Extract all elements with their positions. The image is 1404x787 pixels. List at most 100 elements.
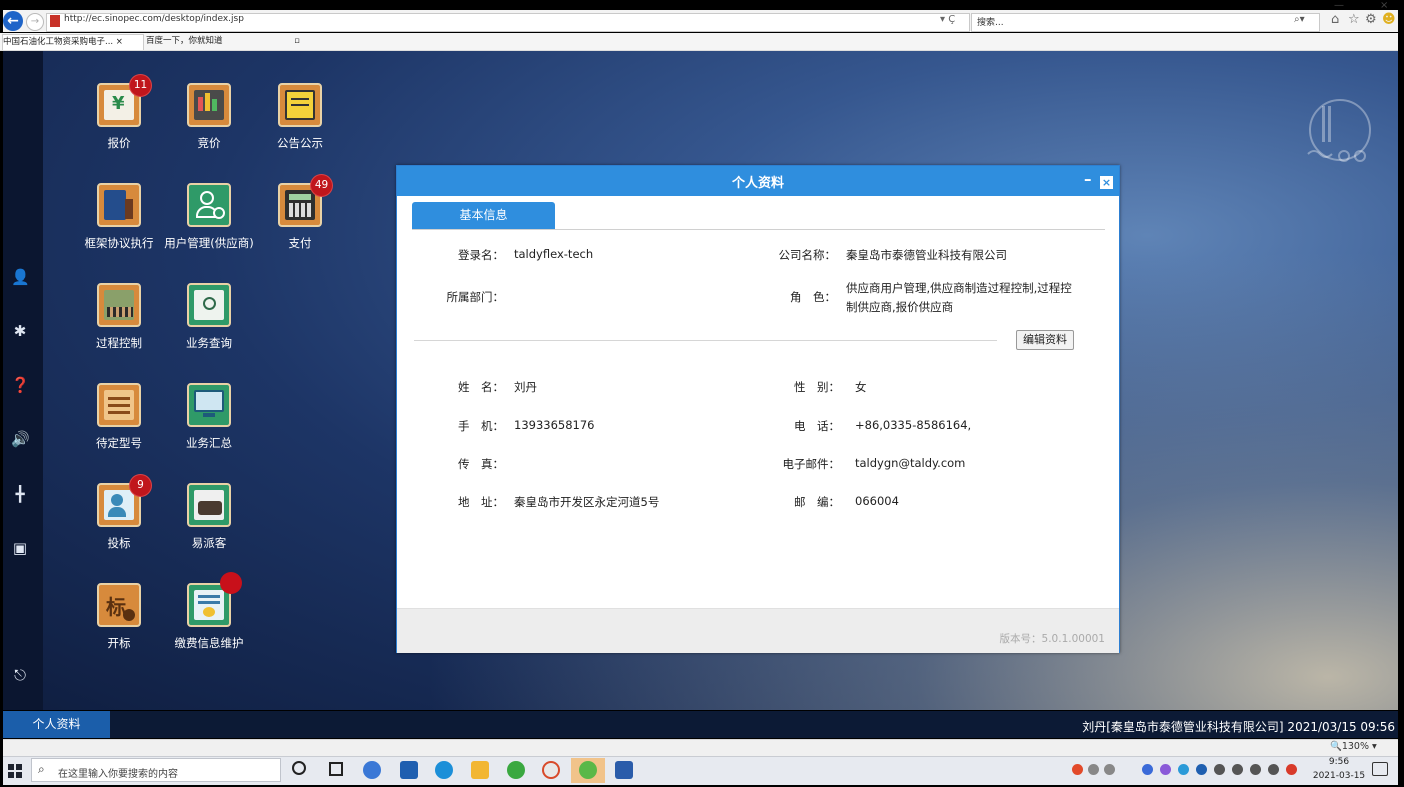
help-icon[interactable]: ❓ <box>11 376 30 394</box>
app-label: 过程控制 <box>96 336 142 350</box>
input-method-icon[interactable] <box>1268 764 1279 775</box>
tray-app-icon[interactable] <box>1104 764 1115 775</box>
postcode-value: 066004 <box>855 494 899 508</box>
app-pending-models[interactable]: 待定型号 <box>74 383 164 450</box>
tray-app-icon[interactable] <box>1088 764 1099 775</box>
calculator-icon: 49 <box>278 174 333 227</box>
quote-icon: ¥ 11 <box>97 74 152 127</box>
app-label: 业务汇总 <box>186 436 232 450</box>
app-label: 用户管理(供应商) <box>164 236 254 250</box>
file-explorer-icon[interactable] <box>471 761 489 779</box>
ie-browser-icon[interactable] <box>363 761 381 779</box>
network-icon[interactable] <box>1232 764 1243 775</box>
browser-search-placeholder[interactable]: 搜索... <box>977 15 1004 28</box>
favorites-star-icon[interactable]: ☆ <box>1348 12 1360 27</box>
app-business-query[interactable]: 业务查询 <box>164 283 254 350</box>
browser-forward-button[interactable]: → <box>26 13 44 31</box>
volume-icon[interactable]: 🔊 <box>11 430 30 448</box>
taskbar-tab-profile[interactable]: 个人资料 <box>3 711 110 738</box>
address-refresh-icon[interactable]: ▾ Ç <box>940 14 955 25</box>
tender-user-icon: 9 <box>97 474 152 527</box>
new-tab-button[interactable]: ▫ <box>290 34 304 49</box>
app-bid-opening[interactable]: 标 开标 <box>74 583 164 650</box>
notification-center-icon[interactable] <box>1372 762 1388 776</box>
app-user-management[interactable]: 用户管理(供应商) <box>164 183 254 250</box>
tray-app-icon[interactable] <box>1214 764 1225 775</box>
network-icon[interactable]: ╋ <box>11 485 29 503</box>
app-label: 待定型号 <box>96 436 142 450</box>
yen-glyph: ¥ <box>112 93 125 114</box>
contract-stamp-icon <box>97 183 141 227</box>
clock-date[interactable]: 2021-03-15 <box>1304 771 1374 781</box>
user-icon[interactable]: 👤 <box>11 268 30 286</box>
browser-tab-sinopec[interactable]: 中国石油化工物资采购电子... × <box>2 34 144 50</box>
zoom-level[interactable]: 🔍130% ▾ <box>1330 741 1377 752</box>
settings-gear-icon[interactable]: ⚙ <box>1365 12 1377 27</box>
bluetooth-icon[interactable] <box>1196 764 1207 775</box>
phone-value: +86,0335-8586164, <box>855 418 972 432</box>
address-value: 秦皇岛市开发区永定河道5号 <box>514 495 660 509</box>
address-url[interactable]: http://ec.sinopec.com/desktop/index.jsp <box>64 14 244 24</box>
wechat-icon[interactable] <box>579 761 597 779</box>
app-tender[interactable]: 9 投标 <box>74 474 164 550</box>
app-epec[interactable]: 易派客 <box>164 483 254 550</box>
smiley-feedback-icon[interactable]: ☻ <box>1382 12 1396 27</box>
app-label: 缴费信息维护 <box>174 636 244 650</box>
gear-icon[interactable]: ✱ <box>11 322 29 340</box>
mobile-label: 手 机： <box>458 419 504 433</box>
tray-app-icon[interactable] <box>1178 764 1189 775</box>
clock-time[interactable]: 9:56 <box>1322 757 1356 767</box>
app-business-summary[interactable]: 业务汇总 <box>164 383 254 450</box>
browser-search-input[interactable] <box>971 13 1320 32</box>
dialog-minimize-button[interactable]: – <box>1084 170 1092 188</box>
app-process-control[interactable]: 过程控制 <box>74 283 164 350</box>
browser-tab-baidu[interactable]: 百度一下，你就知道 <box>146 34 286 49</box>
app-quote[interactable]: ¥ 11 报价 <box>74 74 164 150</box>
tray-app-icon[interactable] <box>1160 764 1171 775</box>
windows-search-placeholder[interactable]: 在这里输入你要搜索的内容 <box>58 765 178 780</box>
360-browser-icon[interactable] <box>507 761 525 779</box>
tray-app-icon[interactable] <box>1142 764 1153 775</box>
logout-icon[interactable]: ⎋ <box>11 666 29 684</box>
mail-icon[interactable] <box>400 761 418 779</box>
app-framework-agreement[interactable]: 框架协议执行 <box>74 183 164 250</box>
bid-opening-icon: 标 <box>97 583 141 627</box>
windows-start-icon[interactable] <box>8 764 22 778</box>
tender-badge: 9 <box>129 474 152 497</box>
app-payment[interactable]: 49 支付 <box>255 174 345 250</box>
volume-icon[interactable] <box>1250 764 1261 775</box>
home-icon[interactable]: ⌂ <box>1331 12 1339 27</box>
search-icon[interactable]: ⌕▾ <box>1294 14 1305 25</box>
gender-label: 性 别： <box>794 380 840 394</box>
dialog-title: 个人资料 <box>731 176 784 191</box>
verify-icon[interactable]: ▣ <box>11 539 29 557</box>
app-label: 易派客 <box>191 536 227 550</box>
tray-app-icon[interactable] <box>1286 764 1297 775</box>
gender-value: 女 <box>855 380 867 394</box>
word-icon[interactable] <box>615 761 633 779</box>
login-name-value: taldyflex-tech <box>514 247 594 261</box>
cortana-icon[interactable] <box>292 761 306 775</box>
browser-back-button[interactable]: ← <box>3 11 23 31</box>
department-label: 所属部门： <box>446 290 505 304</box>
window-minimize-button[interactable]: — <box>1334 0 1344 11</box>
fee-document-icon <box>187 572 242 627</box>
app-bidding[interactable]: 竞价 <box>164 83 254 150</box>
edit-profile-button[interactable]: 编辑资料 <box>1016 330 1074 350</box>
edge-browser-icon[interactable] <box>435 761 453 779</box>
task-view-icon[interactable] <box>329 762 343 776</box>
app-fee-info-maintenance[interactable]: 缴费信息维护 <box>164 572 254 650</box>
section-divider <box>414 340 997 341</box>
email-value: taldygn@taldy.com <box>855 456 966 470</box>
chrome-browser-icon[interactable] <box>542 761 560 779</box>
app-announcements[interactable]: 公告公示 <box>255 83 345 150</box>
dialog-close-button[interactable]: × <box>1100 176 1113 189</box>
window-close-button[interactable]: × <box>1380 0 1388 11</box>
app-label: 投标 <box>107 536 131 550</box>
app-label: 业务查询 <box>186 336 232 350</box>
postcode-label: 邮 编： <box>794 495 840 509</box>
tab-basic-info[interactable]: 基本信息 <box>412 202 555 230</box>
company-label: 公司名称： <box>778 248 837 262</box>
tray-app-icon[interactable] <box>1072 764 1083 775</box>
fee-notification-dot <box>220 572 242 594</box>
